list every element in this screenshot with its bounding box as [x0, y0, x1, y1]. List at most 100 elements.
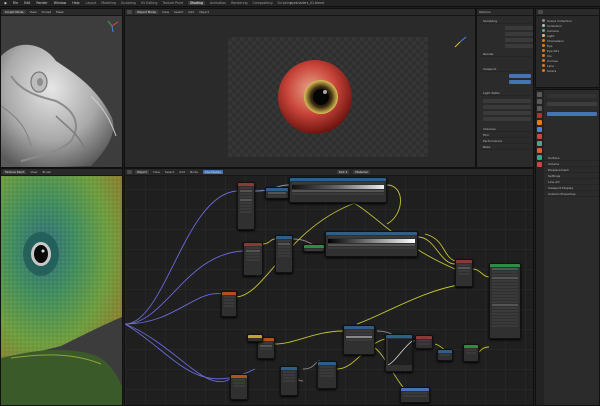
color-ramp-node[interactable] — [325, 231, 418, 257]
panel-volume[interactable]: Volume — [544, 162, 599, 167]
shader-node[interactable] — [463, 344, 479, 362]
sculpt-mask-menu[interactable]: Mask — [56, 10, 64, 14]
shader-node[interactable] — [400, 387, 430, 403]
settings-row[interactable]: Film — [479, 133, 531, 138]
settings-field[interactable] — [505, 38, 533, 42]
shader-node[interactable] — [230, 374, 248, 400]
object-tab-icon[interactable] — [537, 120, 542, 125]
settings-row[interactable]: Performance — [479, 139, 531, 144]
material-name-field[interactable] — [547, 102, 597, 106]
menu-window[interactable]: Window — [54, 1, 67, 5]
sculpt-sculpt-menu[interactable]: Sculpt — [42, 10, 51, 14]
tab-rendering[interactable]: Rendering — [231, 1, 247, 5]
material-tab-icon[interactable] — [537, 162, 542, 167]
blender-logo-icon[interactable]: ◉ — [4, 1, 7, 5]
data-tab-icon[interactable] — [537, 155, 542, 160]
panel-settings[interactable]: Settings — [544, 174, 599, 179]
color-ramp-gradient[interactable] — [292, 185, 384, 189]
principled-bsdf-node[interactable] — [489, 263, 521, 339]
texture-view-menu[interactable]: View — [30, 170, 37, 174]
texture-brush-menu[interactable]: Brush — [42, 170, 51, 174]
object-menu[interactable]: Object — [199, 10, 209, 14]
editor-type-icon[interactable] — [127, 10, 132, 14]
settings-row[interactable]: Volumes — [479, 127, 531, 132]
settings-row[interactable]: Render — [479, 52, 531, 57]
shader-node[interactable] — [221, 291, 237, 317]
menu-edit[interactable]: Edit — [24, 1, 30, 5]
shader-node[interactable] — [317, 361, 337, 389]
tab-uv-editing[interactable]: UV Editing — [141, 1, 158, 5]
navigation-gizmo[interactable] — [105, 19, 119, 33]
shader-node[interactable] — [243, 242, 263, 276]
settings-field[interactable] — [483, 99, 531, 103]
shader-node[interactable] — [275, 235, 293, 273]
curve-graph[interactable] — [387, 339, 413, 366]
shader-node[interactable] — [303, 244, 325, 252]
settings-field[interactable] — [483, 105, 531, 109]
color-ramp-node[interactable] — [289, 177, 387, 203]
constraints-tab-icon[interactable] — [537, 148, 542, 153]
world-tab-icon[interactable] — [537, 113, 542, 118]
checkbox-field[interactable] — [509, 80, 531, 84]
texture-paint-viewport[interactable]: Texture Paint View Brush — [0, 168, 123, 406]
select-menu[interactable]: Select — [174, 10, 183, 14]
outliner-item[interactable]: Sclera — [536, 68, 599, 73]
tab-sculpting[interactable]: Sculpting — [121, 1, 136, 5]
physics-tab-icon[interactable] — [537, 141, 542, 146]
settings-row[interactable]: Sampling — [479, 19, 531, 24]
render-tab-icon[interactable] — [537, 92, 542, 97]
settings-row[interactable]: Viewport — [479, 67, 531, 72]
scene-tab-icon[interactable] — [537, 106, 542, 111]
settings-row[interactable]: Light Paths — [479, 91, 531, 96]
checkbox-field[interactable] — [509, 74, 531, 78]
object-mode-dropdown[interactable]: Object Mode — [135, 10, 158, 14]
shader-node-editor[interactable]: Object View Select Add Node Use Nodes Sl… — [124, 168, 534, 406]
tab-modeling[interactable]: Modeling — [101, 1, 116, 5]
tab-layout[interactable]: Layout — [86, 1, 97, 5]
sculpt-view-menu[interactable]: View — [30, 10, 37, 14]
texture-paint-mode-dropdown[interactable]: Texture Paint — [3, 170, 27, 174]
tab-animation[interactable]: Animation — [210, 1, 226, 5]
add-menu[interactable]: Add — [188, 10, 194, 14]
panel-line-art[interactable]: Line Art — [544, 180, 599, 185]
color-ramp-gradient[interactable] — [328, 239, 415, 243]
shader-node[interactable] — [415, 335, 433, 349]
settings-row[interactable]: Bake — [479, 145, 531, 150]
shader-node[interactable] — [237, 182, 255, 230]
panel-surface[interactable]: Surface — [544, 156, 599, 161]
outliner: Scene Collection Collection Camera Light… — [535, 8, 600, 88]
tab-texture-paint[interactable]: Texture Paint — [162, 1, 183, 5]
panel-displacement[interactable]: Displacement — [544, 168, 599, 173]
tab-shading[interactable]: Shading — [188, 1, 205, 5]
particles-tab-icon[interactable] — [537, 134, 542, 139]
settings-field[interactable] — [483, 111, 531, 115]
shader-node[interactable] — [455, 259, 473, 287]
shader-node[interactable] — [280, 366, 298, 396]
material-slot-field[interactable] — [547, 94, 597, 98]
settings-field[interactable] — [483, 117, 531, 121]
shader-node[interactable] — [265, 187, 289, 199]
settings-field[interactable] — [505, 44, 533, 48]
camera-gizmo[interactable] — [453, 35, 467, 49]
rgb-curves-node[interactable] — [385, 334, 413, 372]
sculpt-viewport[interactable]: Sculpt Mode View Sculpt Mask — [0, 8, 123, 168]
menu-file[interactable]: File — [13, 1, 18, 5]
menu-help[interactable]: Help — [72, 1, 79, 5]
render-viewport[interactable]: Object Mode View Select Add Object — [124, 8, 476, 168]
settings-field[interactable] — [505, 32, 533, 36]
panel-viewport-display[interactable]: Viewport Display — [544, 186, 599, 191]
shader-node[interactable] — [247, 334, 263, 342]
view-menu[interactable]: View — [162, 10, 169, 14]
material-selector[interactable] — [547, 112, 597, 116]
panel-custom-properties[interactable]: Custom Properties — [544, 192, 599, 197]
modifier-tab-icon[interactable] — [537, 127, 542, 132]
output-tab-icon[interactable] — [537, 99, 542, 104]
outliner-filter-icon[interactable] — [538, 10, 543, 14]
settings-field[interactable] — [505, 26, 533, 30]
menu-render[interactable]: Render — [36, 1, 47, 5]
shader-node[interactable] — [437, 349, 453, 361]
options-menu[interactable]: Options — [479, 10, 491, 14]
sculpt-mode-dropdown[interactable]: Sculpt Mode — [3, 10, 26, 14]
shader-node[interactable] — [343, 325, 375, 355]
tab-compositing[interactable]: Compositing — [253, 1, 273, 5]
